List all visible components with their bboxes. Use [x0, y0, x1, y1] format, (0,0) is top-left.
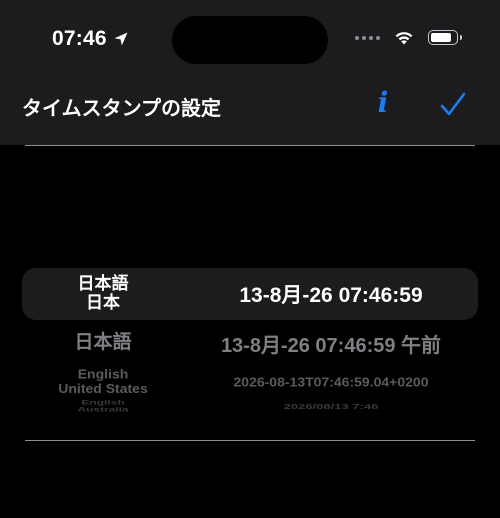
battery-icon	[428, 30, 462, 45]
picker-row[interactable]: English United States 2026-08-13T07:46:5…	[22, 366, 478, 398]
info-button[interactable]: i	[372, 86, 394, 120]
picker-row-language: English United States	[22, 366, 184, 396]
location-arrow-icon	[114, 32, 128, 46]
wifi-icon	[395, 32, 413, 45]
picker-row-language: 日本語	[22, 331, 184, 354]
picker-row-language: 日本語 日本	[22, 273, 184, 313]
timestamp-preview: 13-8月-26 07:46:59 午前	[220, 334, 442, 357]
language-name: 日本語	[77, 273, 129, 294]
timestamp-preview: 2026/08/13 7:46	[283, 401, 379, 411]
timestamp-preview: 13-8月-26 07:46:59	[239, 284, 423, 307]
dynamic-island	[172, 16, 328, 64]
region-name: United States	[58, 381, 148, 396]
done-button[interactable]	[438, 90, 468, 120]
timestamp-picker[interactable]: 日本語 日本 13-8月-26 07:46:59 日本語 13-8月-26 07…	[0, 146, 500, 440]
page-title: タイムスタンプの設定	[22, 96, 221, 120]
picker-row-language: English Australia	[22, 398, 184, 414]
header: 07:46 タイムスタンプの設定 i	[0, 0, 500, 145]
language-name: 日本語	[74, 331, 132, 354]
region-name: Australia	[77, 405, 129, 414]
signal-dots-icon	[355, 35, 380, 40]
region-name: 日本	[86, 293, 120, 313]
status-indicators	[355, 30, 462, 45]
language-name: English	[77, 366, 129, 382]
timestamp-preview: 2026-08-13T07:46:59.04+0200	[233, 374, 429, 390]
divider-bottom	[25, 440, 475, 441]
status-time: 07:46	[52, 27, 129, 51]
picker-row-selected[interactable]: 日本語 日本 13-8月-26 07:46:59	[22, 268, 478, 320]
checkmark-icon	[440, 92, 466, 116]
picker-row[interactable]: 日本語 13-8月-26 07:46:59 午前	[22, 324, 478, 362]
picker-row[interactable]: English Australia 2026/08/13 7:46	[22, 398, 478, 414]
status-time-text: 07:46	[52, 27, 107, 50]
